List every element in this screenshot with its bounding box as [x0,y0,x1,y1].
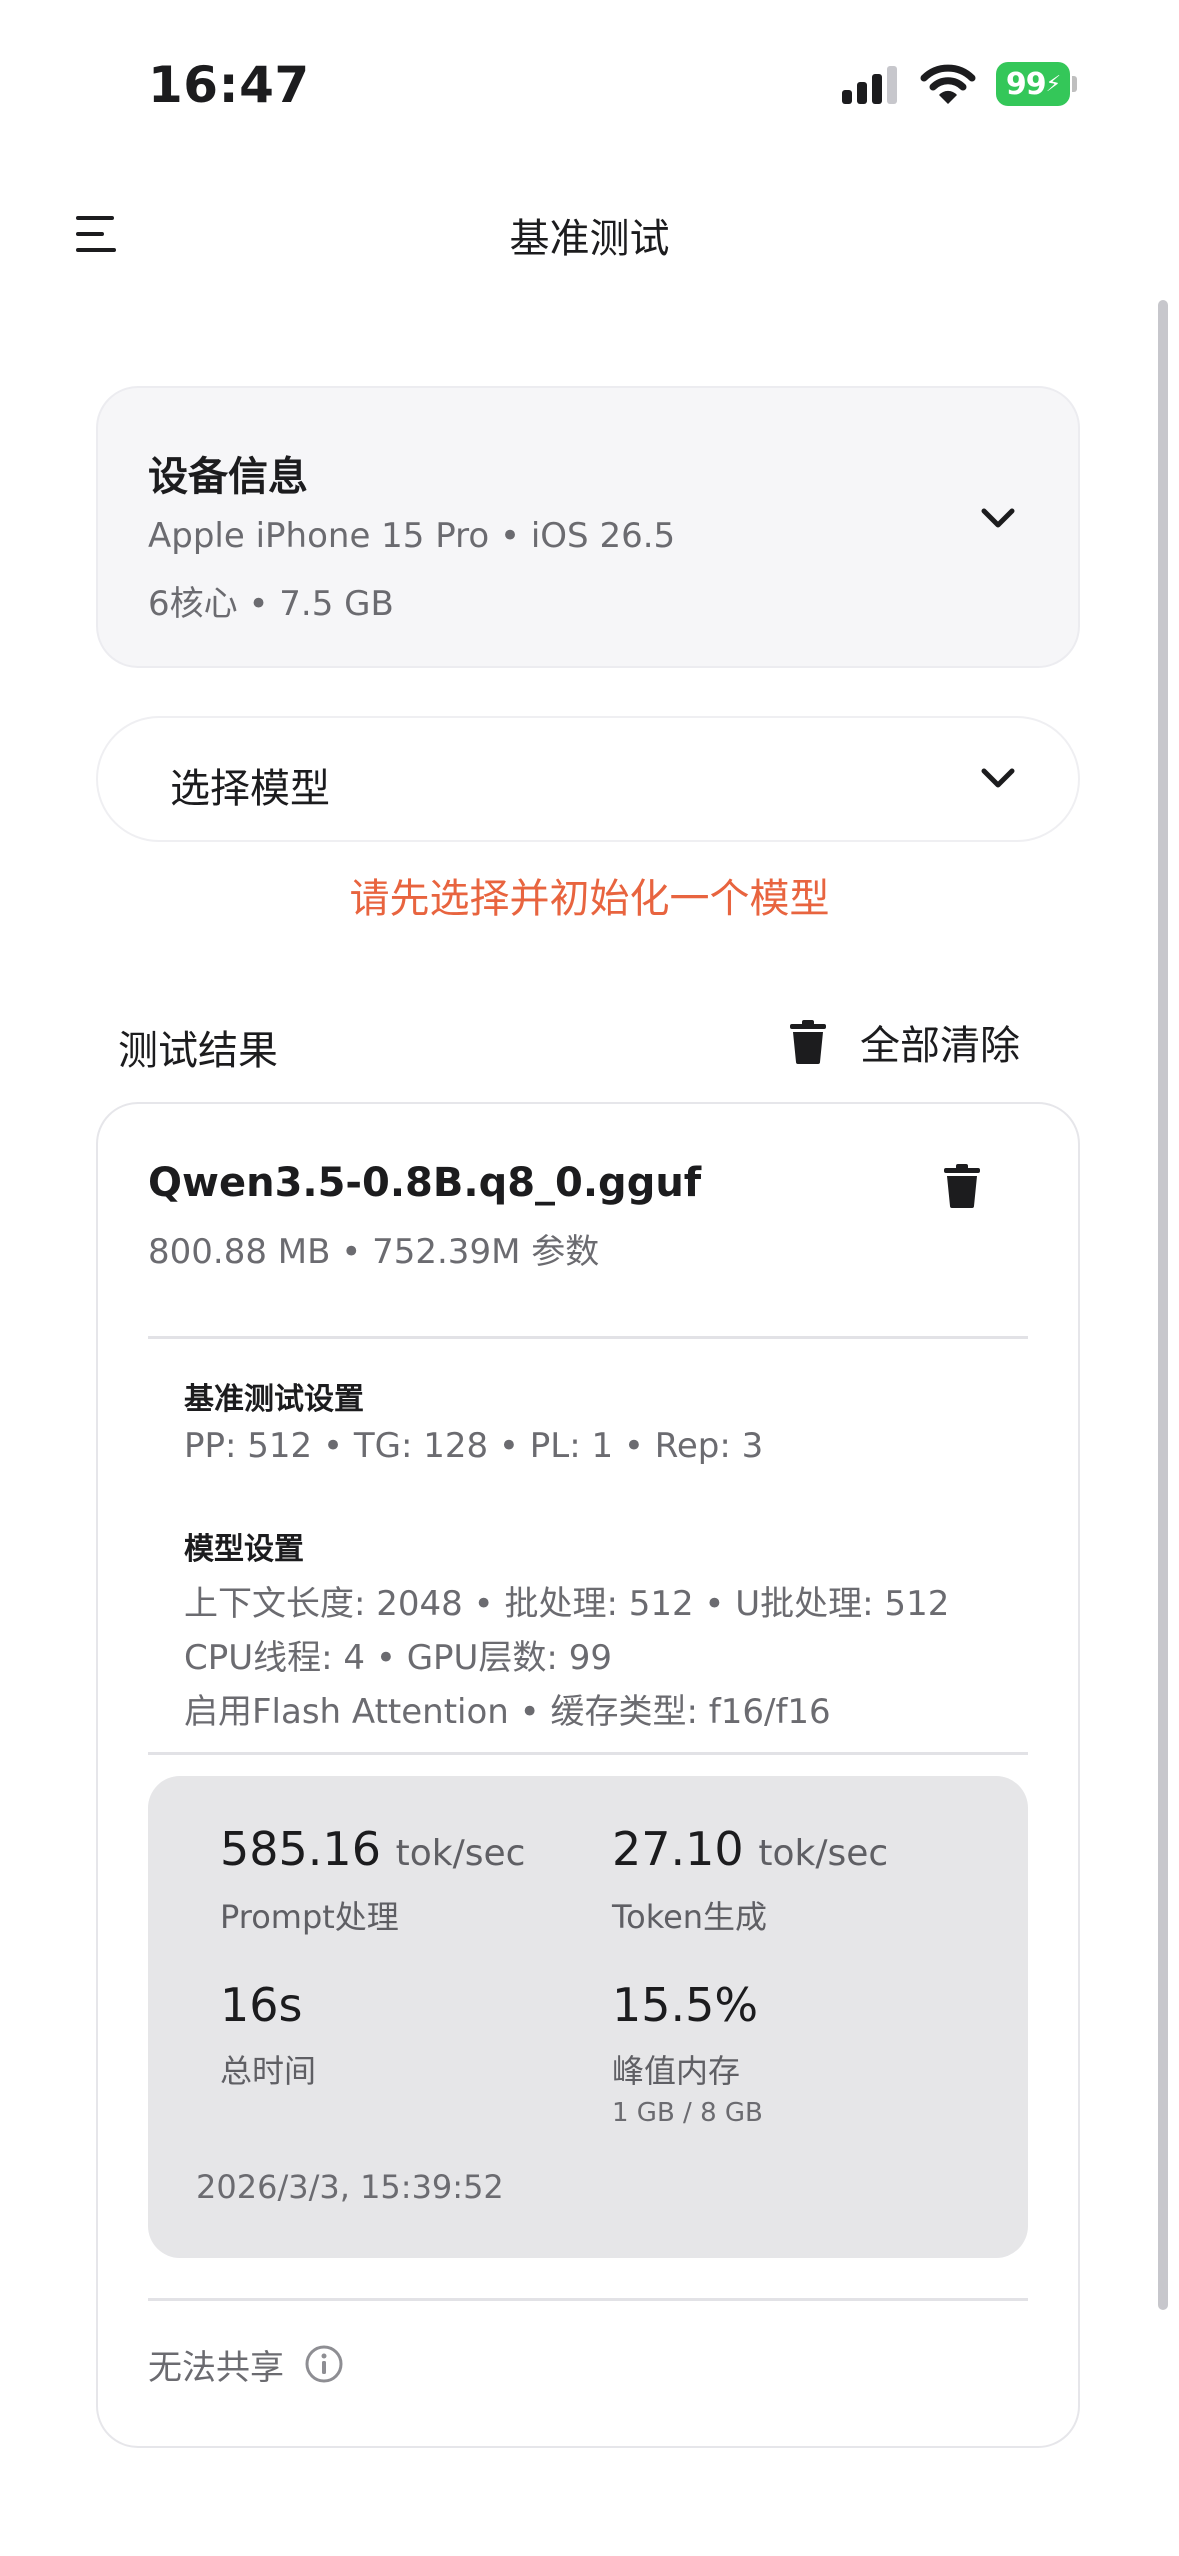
token-generation-label: Token生成 [612,1898,768,1936]
bench-settings-values: PP: 512 • TG: 128 • PL: 1 • Rep: 3 [184,1426,764,1466]
bench-settings-title: 基准测试设置 [184,1382,364,1417]
result-model-meta: 800.88 MB • 752.39M 参数 [148,1232,600,1272]
device-info-card[interactable]: 设备信息 Apple iPhone 15 Pro • iOS 26.5 6核心 … [96,386,1080,668]
peak-memory-label: 峰值内存 [612,2052,741,2090]
model-select-label: 选择模型 [170,766,330,812]
benchmark-result-card: Qwen3.5-0.8B.q8_0.gguf 800.88 MB • 752.3… [96,1102,1080,2448]
clear-all-label: 全部清除 [860,1023,1020,1069]
divider [148,2298,1028,2301]
wifi-icon [920,64,976,104]
token-generation-value: 27.10 tok/sec [612,1822,889,1876]
prompt-processing-value: 585.16 tok/sec [220,1822,526,1876]
battery-level: 99 [1005,66,1047,102]
model-settings-line: 启用Flash Attention • 缓存类型: f16/f16 [184,1692,831,1732]
trash-icon[interactable] [944,1164,980,1208]
status-time: 16:47 [148,56,310,114]
model-settings-line: CPU线程: 4 • GPU层数: 99 [184,1638,612,1678]
total-time-value: 16s [220,1978,303,2032]
results-section-title: 测试结果 [118,1028,278,1074]
page-title: 基准测试 [509,216,670,262]
device-info-title: 设备信息 [148,454,308,500]
model-select-dropdown[interactable]: 选择模型 [96,716,1080,842]
total-time-label: 总时间 [220,2052,317,2090]
chevron-down-icon[interactable] [978,498,1018,538]
divider [148,1752,1028,1755]
model-settings-line: 上下文长度: 2048 • 批处理: 512 • U批处理: 512 [184,1584,950,1624]
prompt-processing-label: Prompt处理 [220,1898,399,1936]
share-unavailable-label: 无法共享 [148,2348,284,2388]
device-specs: 6核心 • 7.5 GB [148,584,394,624]
peak-memory-detail: 1 GB / 8 GB [612,2098,763,2128]
scrollbar[interactable] [1158,300,1168,2310]
info-icon[interactable] [304,2344,344,2384]
trash-icon [790,1020,826,1064]
metrics-panel: 585.16 tok/sec Prompt处理 27.10 tok/sec To… [148,1776,1028,2258]
result-model-name: Qwen3.5-0.8B.q8_0.gguf [148,1160,702,1206]
divider [148,1336,1028,1339]
warning-message: 请先选择并初始化一个模型 [349,876,830,922]
chevron-down-icon [981,768,1015,788]
clear-all-button[interactable]: 全部清除 [790,1012,1020,1072]
peak-memory-value: 15.5% [612,1978,759,2032]
battery-icon: 99 ⚡ [996,62,1077,106]
model-settings-title: 模型设置 [184,1532,304,1567]
device-model: Apple iPhone 15 Pro • iOS 26.5 [148,516,676,556]
signal-icon [842,66,897,104]
result-timestamp: 2026/3/3, 15:39:52 [196,2168,504,2206]
